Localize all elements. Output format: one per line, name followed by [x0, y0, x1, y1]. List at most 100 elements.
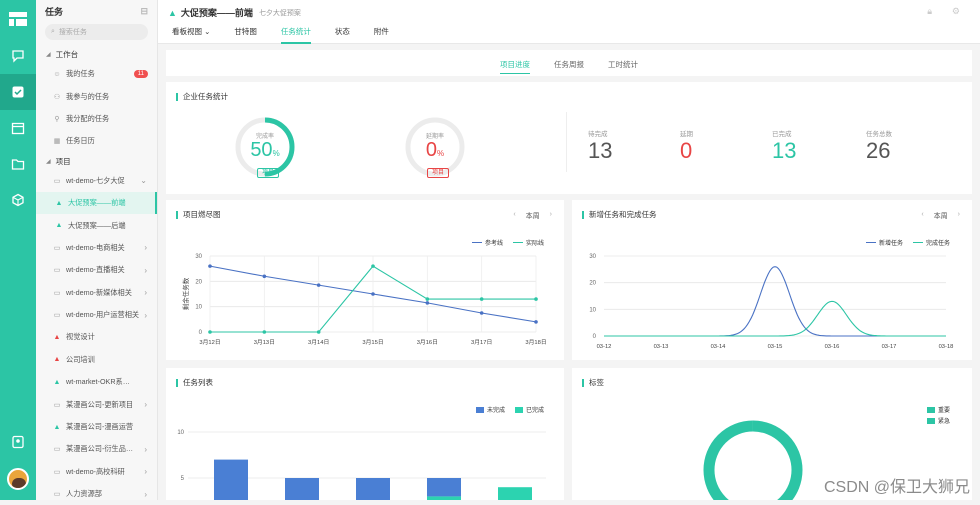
data-point[interactable]	[316, 283, 321, 287]
sidebar-item-project[interactable]: ▭ wt-demo-直播相关 ›	[36, 259, 157, 281]
bar-segment[interactable]	[498, 487, 532, 500]
sidebar-item-project[interactable]: ▭ wt-demo-七夕大促 ⌄	[36, 170, 157, 192]
folder-icon: ▭	[53, 312, 61, 320]
data-point[interactable]	[208, 264, 212, 268]
x-tick-label: 03-17	[882, 344, 897, 350]
sidebar-item-project[interactable]: ▲ 某漫画公司-漫画运营	[36, 416, 157, 438]
sidebar-item-project[interactable]: ▭ wt-demo-用户运营相关 ›	[36, 304, 157, 326]
bar-segment[interactable]	[427, 496, 461, 500]
folder-icon[interactable]	[0, 146, 36, 182]
data-point[interactable]	[316, 330, 321, 334]
data-point[interactable]	[262, 330, 267, 334]
sidebar-item-workspace[interactable]: ☺ 我的任务 11	[36, 63, 157, 85]
sidebar-item-label: 公司培训	[66, 354, 95, 364]
contacts-icon[interactable]	[0, 424, 36, 460]
project-icon: ▲	[53, 333, 61, 341]
sidebar-item-label: 我参与的任务	[66, 91, 110, 101]
subtab[interactable]: 工时统计	[608, 53, 638, 73]
sidebar-item-label: wt-demo-直播相关	[66, 265, 125, 275]
chevron-icon[interactable]: ›	[144, 266, 147, 275]
x-tick-label: 03-15	[768, 344, 783, 350]
avatar[interactable]	[7, 468, 29, 490]
new-completed-card: 新增任务和完成任务 ‹ 本周 › 新增任务 完成任务 0 10 20 30 03-12 03…	[572, 200, 972, 360]
y-tick-label: 20	[589, 281, 596, 287]
bar-segment[interactable]	[427, 478, 461, 497]
folder-icon: ▭	[53, 177, 61, 185]
completion-value: 50%	[250, 139, 280, 161]
tab-view[interactable]: 附件	[374, 26, 389, 44]
chevron-icon[interactable]: ›	[144, 490, 147, 499]
sidebar-item-project[interactable]: ▲ 视觉设计	[36, 326, 157, 348]
sidebar-item-workspace[interactable]: ▦ 任务日历	[36, 130, 157, 152]
sidebar-item-project[interactable]: ▲ 大促预案——后端	[36, 214, 157, 236]
tab-view[interactable]: 看板视图 ⌄	[172, 26, 210, 44]
folder-icon: ▭	[53, 468, 61, 476]
subtab[interactable]: 任务周报	[554, 53, 584, 73]
bar-segment[interactable]	[285, 478, 319, 500]
sidebar-item-project[interactable]: ▭ 某漫画公司-衍生品… ›	[36, 438, 157, 460]
count-badge: 11	[133, 70, 148, 79]
data-point[interactable]	[262, 274, 267, 279]
data-point[interactable]	[534, 320, 538, 324]
donut-slice[interactable]	[703, 420, 754, 500]
collapse-icon[interactable]: ⊟	[140, 6, 148, 17]
gear-icon[interactable]: ⚙	[952, 6, 960, 17]
sidebar-item-project[interactable]: ▭ 某漫画公司-更新项目 ›	[36, 393, 157, 415]
tab-view[interactable]: 任务统计	[280, 26, 311, 44]
sidebar-item-label: wt-demo-高校科研	[66, 466, 125, 476]
task-icon[interactable]	[0, 74, 36, 110]
chevron-icon[interactable]: ›	[144, 243, 147, 252]
search-input[interactable]: ⌕ 搜索任务	[45, 24, 148, 40]
workspace-section[interactable]: ◢ 工作台	[36, 46, 157, 63]
sidebar-item-project[interactable]: ▲ wt-market-OKR系…	[36, 371, 157, 393]
y-tick-label: 10	[589, 307, 596, 313]
data-point[interactable]	[479, 297, 484, 301]
calendar-icon[interactable]	[0, 110, 36, 146]
search-placeholder: 搜索任务	[58, 29, 87, 36]
sidebar-item-project[interactable]: ▲ 大促预案——前端	[36, 191, 157, 215]
completion-tag: 项目	[257, 168, 280, 178]
x-tick-label: 03-12	[597, 344, 612, 350]
x-tick-label: 3月13日	[254, 339, 275, 346]
chevron-icon[interactable]: ›	[144, 400, 147, 409]
chevron-icon[interactable]: ›	[144, 288, 147, 297]
project-header: ▲ 大促预案——前端 七夕大促预案 看板视图 ⌄ 甘特图 任务统计 状态 附件 🔒︎ ⚙	[158, 0, 980, 44]
sidebar-item-project[interactable]: ▭ wt-demo-电商相关 ›	[36, 237, 157, 259]
data-point[interactable]	[425, 301, 430, 305]
tab-view[interactable]: 状态	[335, 26, 350, 44]
data-point[interactable]	[371, 264, 375, 268]
group-icon: ⚇	[53, 93, 61, 101]
watermark: CSDN @保卫大狮兄	[823, 479, 970, 496]
sidebar-item-workspace[interactable]: ⚲ 我分配的任务	[36, 108, 157, 130]
cube-icon[interactable]	[0, 182, 36, 218]
card-title: 企业任务统计	[176, 91, 228, 102]
enterprise-stats-card: 企业任务统计 完成率 50% 项目 延期率 0% 项目 待完成 13 延期 0 已完成 1…	[166, 82, 972, 194]
sidebar-title: 任务	[45, 6, 64, 17]
sidebar-item-project[interactable]: ▭ 人力资源部 ›	[36, 483, 157, 505]
subtab[interactable]: 项目进度	[500, 53, 530, 74]
projects-section[interactable]: ◢ 项目	[36, 153, 157, 170]
sidebar-item-workspace[interactable]: ⚇ 我参与的任务	[36, 85, 157, 107]
chevron-icon[interactable]: ›	[144, 467, 147, 476]
chevron-icon[interactable]: ›	[144, 445, 147, 454]
donut-slice[interactable]	[752, 420, 803, 500]
data-point[interactable]	[479, 311, 484, 315]
bar-segment[interactable]	[214, 459, 248, 500]
data-point[interactable]	[425, 297, 430, 301]
chevron-icon[interactable]: ›	[144, 311, 147, 320]
data-point[interactable]	[371, 292, 375, 296]
lock-icon[interactable]: 🔒︎	[927, 6, 932, 17]
message-icon[interactable]	[0, 38, 36, 74]
tab-view[interactable]: 甘特图	[234, 26, 257, 44]
sidebar-item-project[interactable]: ▲ 公司培训	[36, 349, 157, 371]
bar-segment[interactable]	[356, 478, 390, 500]
data-point[interactable]	[208, 330, 212, 334]
data-point[interactable]	[534, 297, 538, 301]
sidebar-item-project[interactable]: ▭ wt-demo-高校科研 ›	[36, 461, 157, 483]
project-icon: ▲	[55, 199, 63, 207]
x-tick-label: 3月12日	[199, 339, 220, 346]
sidebar-item-label: 某漫画公司-衍生品…	[66, 444, 134, 454]
sidebar-item-project[interactable]: ▭ wt-demo-新媒体相关 ›	[36, 282, 157, 304]
folder-icon: ▭	[53, 289, 61, 297]
chevron-icon[interactable]: ⌄	[140, 176, 147, 185]
